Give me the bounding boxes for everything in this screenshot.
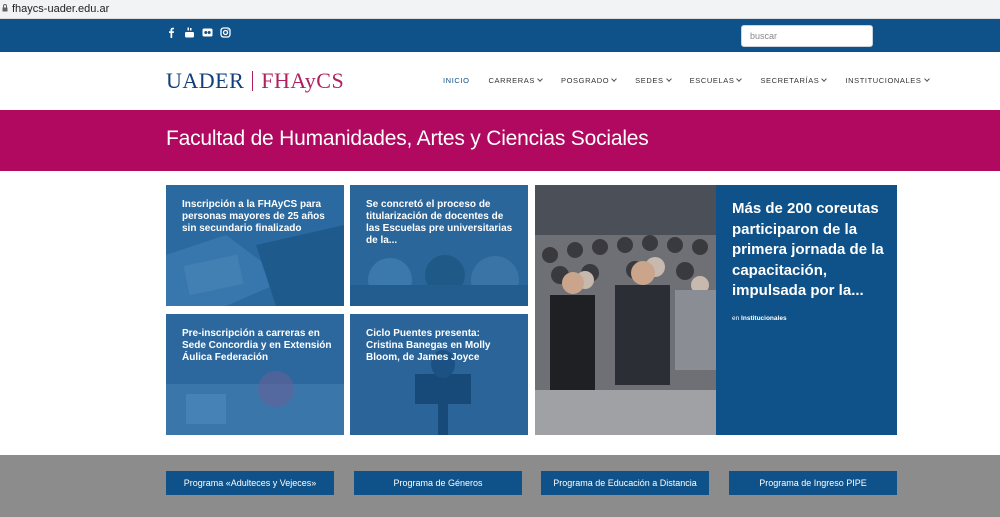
top-bar: buscar xyxy=(0,19,1000,52)
program-button-adulteces[interactable]: Programa «Adulteces y Vejeces» xyxy=(166,471,334,495)
program-button-generos[interactable]: Programa de Géneros xyxy=(354,471,522,495)
nav-item-carreras[interactable]: CARRERAS xyxy=(489,76,543,85)
nav-item-sedes[interactable]: SEDES xyxy=(635,76,672,85)
chevron-down-icon xyxy=(821,76,828,82)
search-input[interactable]: buscar xyxy=(741,25,873,47)
nav-item-posgrado[interactable]: POSGRADO xyxy=(561,76,618,85)
news-title: Pre-inscripción a carreras en Sede Conco… xyxy=(182,328,332,363)
instagram-icon[interactable] xyxy=(220,27,231,38)
social-links xyxy=(166,27,231,38)
chevron-down-icon xyxy=(923,76,930,82)
faculty-banner: Facultad de Humanidades, Artes y Ciencia… xyxy=(0,110,1000,171)
lock-icon xyxy=(2,4,8,12)
logo-divider xyxy=(252,71,254,91)
program-button-ingreso-pipe[interactable]: Programa de Ingreso PIPE xyxy=(729,471,897,495)
news-tile[interactable]: Inscripción a la FHAyCS para personas ma… xyxy=(166,185,344,306)
program-button-educacion-distancia[interactable]: Programa de Educación a Distancia xyxy=(541,471,709,495)
logo-fhaycs: FHAyCS xyxy=(261,68,345,93)
facebook-icon[interactable] xyxy=(166,27,177,38)
browser-address-bar[interactable]: fhaycs-uader.edu.ar xyxy=(0,0,1000,19)
site-logo[interactable]: UADER FHAyCS xyxy=(166,68,344,94)
chevron-down-icon xyxy=(611,76,618,82)
url-text: fhaycs-uader.edu.ar xyxy=(12,3,110,15)
chevron-down-icon xyxy=(537,76,543,82)
nav-item-inicio[interactable]: INICIO xyxy=(443,76,470,85)
site-header: UADER FHAyCS INICIO CARRERAS POSGRADO SE… xyxy=(0,52,1000,110)
feature-category: en Institucionales xyxy=(732,315,787,322)
feature-image[interactable] xyxy=(535,185,716,435)
news-title: Inscripción a la FHAyCS para personas ma… xyxy=(182,199,325,234)
youtube-icon[interactable] xyxy=(184,27,195,38)
nav-item-secretarias[interactable]: SECRETARÍAS xyxy=(760,76,828,85)
audience-photo xyxy=(535,185,716,435)
page-title: Facultad de Humanidades, Artes y Ciencia… xyxy=(166,127,649,150)
logo-uader: UADER xyxy=(166,68,245,93)
news-title: Se concretó el proceso de titularización… xyxy=(366,199,513,246)
news-tile[interactable]: Pre-inscripción a carreras en Sede Conco… xyxy=(166,314,344,435)
feature-story[interactable]: Más de 200 coreutas participaron de la p… xyxy=(716,185,897,435)
news-tile[interactable]: Se concretó el proceso de titularización… xyxy=(350,185,528,306)
nav-item-institucionales[interactable]: INSTITUCIONALES xyxy=(845,76,930,85)
main-nav: INICIO CARRERAS POSGRADO SEDES ESCUELAS … xyxy=(443,76,948,85)
chevron-down-icon xyxy=(736,76,743,82)
nav-item-escuelas[interactable]: ESCUELAS xyxy=(690,76,743,85)
news-title: Ciclo Puentes presenta: Cristina Banegas… xyxy=(366,328,491,363)
chevron-down-icon xyxy=(665,76,672,82)
category-link[interactable]: Institucionales xyxy=(741,315,787,322)
news-tile[interactable]: Ciclo Puentes presenta: Cristina Banegas… xyxy=(350,314,528,435)
feature-title: Más de 200 coreutas participaron de la p… xyxy=(732,200,884,299)
flickr-icon[interactable] xyxy=(202,27,213,38)
